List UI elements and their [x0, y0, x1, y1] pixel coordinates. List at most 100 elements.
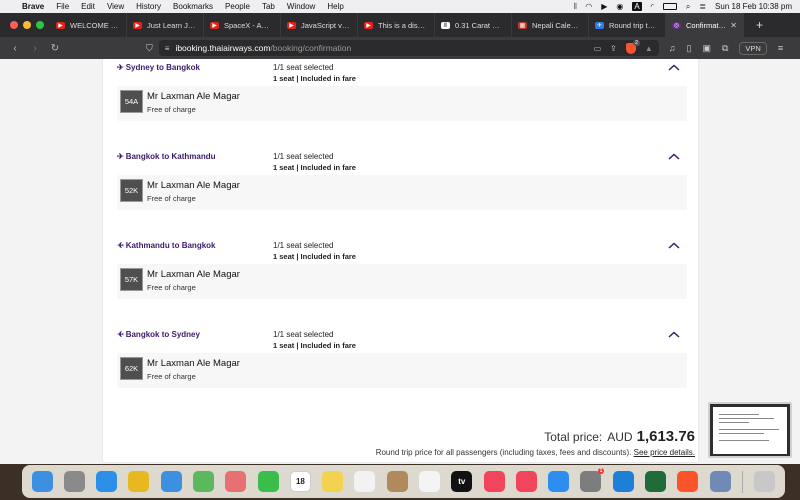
seat-summary-card: ✈ Sydney to Bangkok 1/1 seat selected 1 s…	[103, 59, 698, 462]
seats-selected: 1/1 seat selected	[273, 152, 334, 161]
menu-file[interactable]: File	[56, 2, 69, 11]
chrome-icon[interactable]	[128, 471, 150, 492]
seat-badge: 62K	[120, 357, 143, 380]
menu-people[interactable]: People	[225, 2, 250, 11]
site-settings-icon[interactable]: ≡	[165, 44, 170, 53]
seat-fee: Free of charge	[147, 105, 196, 114]
tab[interactable]: ✈ Round trip to Ka	[589, 13, 666, 37]
reader-mode-icon[interactable]: ▭	[594, 44, 602, 53]
tab-active[interactable]: ◎ Confirmation ✕	[666, 13, 744, 37]
preview-icon[interactable]	[709, 471, 731, 492]
wallet-icon[interactable]: ▣	[702, 43, 711, 54]
finder-icon[interactable]	[31, 471, 53, 492]
freeform-icon[interactable]	[354, 471, 376, 492]
passenger-seat-row: 62K Mr Laxman Ale Magar Free of charge	[117, 353, 687, 388]
vpn-label: VPN	[745, 43, 761, 53]
tab-title: SpaceX - Aweso	[224, 20, 274, 30]
vscode-icon[interactable]	[612, 471, 634, 492]
chevron-up-icon[interactable]	[667, 63, 681, 73]
passenger-seat-row: 57K Mr Laxman Ale Magar Free of charge	[117, 264, 687, 299]
trash-icon[interactable]	[754, 471, 776, 492]
menu-bookmarks[interactable]: Bookmarks	[173, 2, 213, 11]
brave-icon[interactable]	[677, 471, 699, 492]
sidebar-icon[interactable]: ▯	[687, 43, 692, 54]
passenger-name: Mr Laxman Ale Magar	[147, 180, 240, 191]
chevron-up-icon[interactable]	[667, 152, 681, 162]
page-content: ✈ Sydney to Bangkok 1/1 seat selected 1 s…	[0, 59, 800, 464]
menu-help[interactable]: Help	[327, 2, 343, 11]
headphones-icon[interactable]: ◠	[585, 2, 592, 11]
menu-history[interactable]: History	[136, 2, 161, 11]
photos-icon[interactable]	[225, 471, 247, 492]
menu-edit[interactable]: Edit	[81, 2, 95, 11]
brave-shields-icon[interactable]: 2	[625, 39, 640, 54]
tab[interactable]: ▶ JavaScript vs Ty	[281, 13, 358, 37]
rewards-icon[interactable]: ▲	[645, 44, 653, 53]
minimize-window-button[interactable]	[23, 21, 31, 29]
music-queue-icon[interactable]: ♫	[669, 43, 676, 53]
contacts-icon[interactable]	[386, 471, 408, 492]
facetime-icon[interactable]	[257, 471, 279, 492]
passenger-name: Mr Laxman Ale Magar	[147, 91, 240, 102]
menu-icon[interactable]: ≡	[778, 43, 783, 53]
notes-icon[interactable]	[322, 471, 344, 492]
battery-icon[interactable]	[662, 3, 677, 10]
chevron-up-icon[interactable]	[667, 330, 681, 340]
bars-icon[interactable]: 𝄃	[574, 2, 576, 12]
forward-icon[interactable]: ›	[30, 43, 40, 54]
zoom-window-button[interactable]	[36, 21, 44, 29]
seats-selected: 1/1 seat selected	[273, 241, 334, 250]
vpn-button[interactable]: VPN	[739, 41, 767, 55]
passenger-name: Mr Laxman Ale Magar	[147, 269, 240, 280]
play-icon[interactable]: ▶	[601, 2, 607, 11]
reminders-icon[interactable]	[419, 471, 441, 492]
input-source-icon[interactable]: A	[632, 2, 642, 11]
tab[interactable]: ▶ SpaceX - Aweso	[204, 13, 281, 37]
address-bar[interactable]: ≡ ibooking.thaiairways.com/booking/confi…	[158, 39, 659, 56]
control-center-icon[interactable]: ≣	[699, 2, 706, 11]
menu-window[interactable]: Window	[287, 2, 315, 11]
tab[interactable]: ▶ Just Learn Java	[127, 13, 204, 37]
menu-app-name[interactable]: Brave	[22, 2, 44, 11]
tab-title: Just Learn Java	[147, 20, 197, 30]
segment-route: ✈ Bangkok to Kathmandu	[117, 152, 216, 161]
new-tab-icon[interactable]: +	[744, 18, 763, 32]
notification-badge: 1	[597, 468, 605, 474]
app-store-icon[interactable]	[548, 471, 570, 492]
back-icon[interactable]: ‹	[10, 43, 20, 54]
close-tab-icon[interactable]: ✕	[727, 21, 737, 30]
mongodb-icon[interactable]	[644, 471, 666, 492]
news-icon[interactable]	[515, 471, 537, 492]
menu-tab[interactable]: Tab	[262, 2, 275, 11]
launchpad-icon[interactable]	[63, 471, 85, 492]
safari-icon[interactable]	[96, 471, 118, 492]
settings-icon[interactable]: 1	[580, 468, 605, 492]
mail-icon[interactable]	[160, 471, 182, 492]
thumbnail-preview	[713, 407, 787, 454]
tab[interactable]: ▦ Nepali Calendar	[512, 13, 589, 37]
see-price-details-link[interactable]: See price details.	[634, 448, 695, 457]
tv-icon[interactable]: tv	[451, 471, 473, 492]
reload-icon[interactable]: ↻	[50, 43, 60, 54]
tab[interactable]: Ⅱ 0.31 Carat Roun	[435, 13, 512, 37]
youtube-icon: ▶	[364, 21, 373, 29]
tab[interactable]: ▶ WELCOME TO R	[50, 13, 127, 37]
extensions-icon[interactable]: ⧉	[722, 43, 728, 54]
clock[interactable]: Sun 18 Feb 10:38 pm	[715, 2, 792, 11]
screenshot-thumbnail[interactable]	[708, 402, 792, 458]
maps-icon[interactable]	[193, 471, 215, 492]
music-icon[interactable]	[483, 471, 505, 492]
plane-arrival-icon: ✈	[117, 330, 124, 339]
bookmark-icon[interactable]: ⛉	[146, 43, 153, 54]
calendar-icon[interactable]: 18	[289, 471, 311, 492]
shield-count: 2	[633, 39, 640, 46]
screen-record-icon[interactable]: ◉	[616, 2, 623, 11]
tab[interactable]: ▶ This is a disgrac	[358, 13, 435, 37]
wifi-icon[interactable]: ◜	[651, 2, 654, 11]
search-icon[interactable]: ⌕	[686, 2, 690, 12]
menu-view[interactable]: View	[107, 2, 124, 11]
close-window-button[interactable]	[10, 21, 18, 29]
passenger-seat-row: 52K Mr Laxman Ale Magar Free of charge	[117, 175, 687, 210]
chevron-up-icon[interactable]	[667, 241, 681, 251]
share-icon[interactable]: ⇪	[610, 44, 617, 53]
